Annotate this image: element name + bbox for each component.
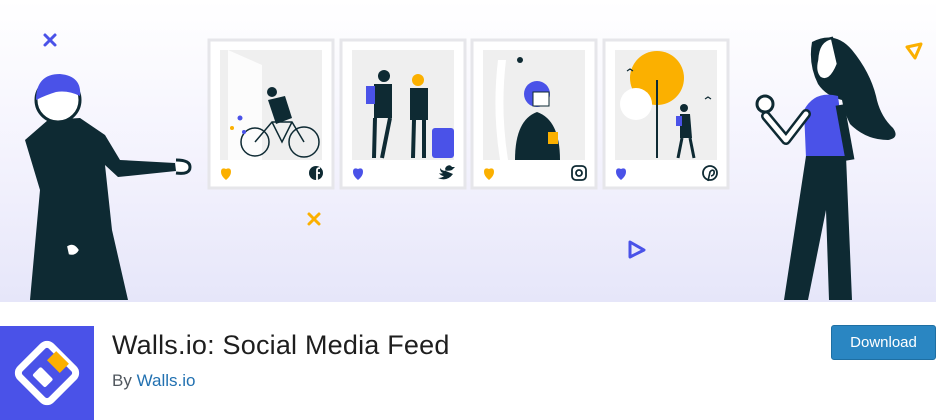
plugin-logo-icon (0, 326, 94, 420)
orange-triangle-mark (905, 42, 923, 60)
plugin-header: Walls.io: Social Media Feed By Walls.io … (0, 302, 936, 420)
author-link[interactable]: Walls.io (137, 371, 196, 390)
plugin-title: Walls.io: Social Media Feed (112, 330, 450, 360)
banner-illustration (25, 33, 923, 300)
post-card-3 (470, 38, 598, 190)
woman-figure (755, 36, 896, 300)
man-figure (25, 74, 192, 300)
post-card-1 (207, 38, 335, 190)
download-button[interactable]: Download (831, 325, 936, 360)
byline-prefix: By (112, 371, 132, 390)
post-card-2 (339, 38, 467, 190)
plugin-byline: By Walls.io (112, 371, 195, 391)
post-card-4 (602, 38, 730, 190)
orange-x-mark (307, 212, 321, 226)
plugin-banner (0, 0, 936, 302)
blue-x-mark (43, 33, 57, 47)
blue-triangle-mark (628, 240, 646, 259)
